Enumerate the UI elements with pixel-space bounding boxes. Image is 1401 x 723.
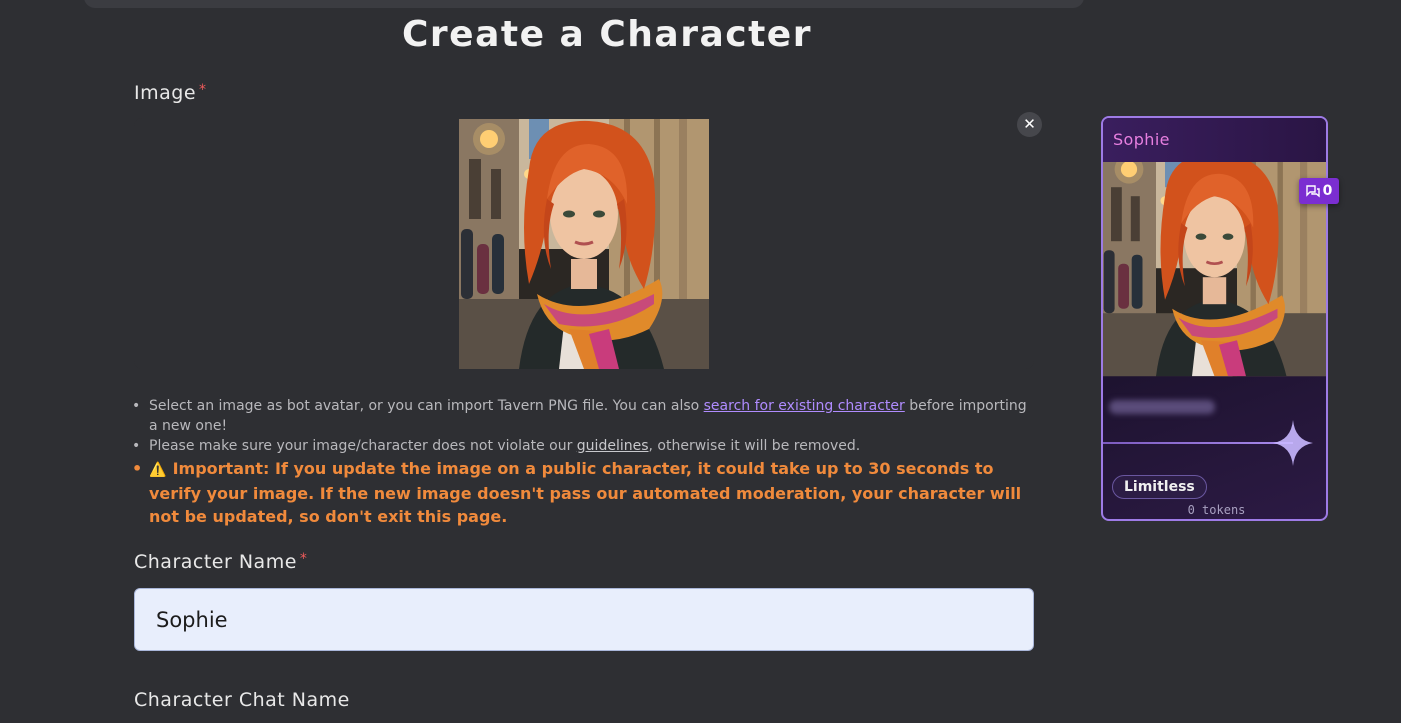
page-title: Create a Character — [402, 14, 812, 55]
guidelines-link[interactable]: guidelines — [577, 438, 649, 454]
chat-count-badge: 0 — [1299, 178, 1339, 204]
remove-image-button[interactable]: ✕ — [1017, 112, 1042, 137]
image-label: Image * — [134, 82, 207, 104]
chat-icon — [1305, 184, 1320, 197]
character-chat-name-label: Character Chat Name — [134, 689, 350, 711]
character-preview-card[interactable]: Sophie Limitless 0 tokens — [1101, 116, 1328, 521]
character-name-label-text: Character Name — [134, 551, 297, 573]
sparkle-icon — [1273, 420, 1313, 466]
card-token-count: 0 tokens — [1187, 503, 1246, 517]
card-blurred-tagline — [1109, 400, 1215, 414]
card-divider — [1103, 442, 1293, 444]
important-label: Important: — [172, 459, 270, 478]
top-search-bar[interactable] — [84, 0, 1084, 8]
card-tag-pill: Limitless — [1112, 475, 1207, 499]
card-header: Sophie — [1103, 118, 1326, 162]
character-name-label: Character Name * — [134, 551, 307, 573]
note-text: Select an image as bot avatar, or you ca… — [149, 398, 704, 414]
important-note: ⚠️ Important: If you update the image on… — [130, 457, 1030, 528]
note-text: Please make sure your image/character do… — [149, 438, 577, 454]
image-label-text: Image — [134, 82, 197, 104]
character-image — [459, 119, 709, 369]
search-existing-character-link[interactable]: search for existing character — [704, 398, 905, 414]
note-item: Please make sure your image/character do… — [130, 436, 1030, 456]
close-icon: ✕ — [1023, 115, 1036, 133]
note-text: , otherwise it will be removed. — [648, 438, 861, 454]
required-mark: * — [299, 551, 308, 567]
card-image — [1103, 162, 1326, 387]
important-text: If you update the image on a public char… — [149, 459, 1022, 526]
image-notes: Select an image as bot avatar, or you ca… — [130, 396, 1030, 528]
warning-icon: ⚠️ — [149, 462, 167, 478]
required-mark: * — [199, 82, 207, 98]
note-item: Select an image as bot avatar, or you ca… — [130, 396, 1030, 436]
card-character-name: Sophie — [1113, 130, 1170, 149]
chat-count: 0 — [1322, 183, 1333, 199]
character-name-input[interactable] — [134, 588, 1034, 651]
